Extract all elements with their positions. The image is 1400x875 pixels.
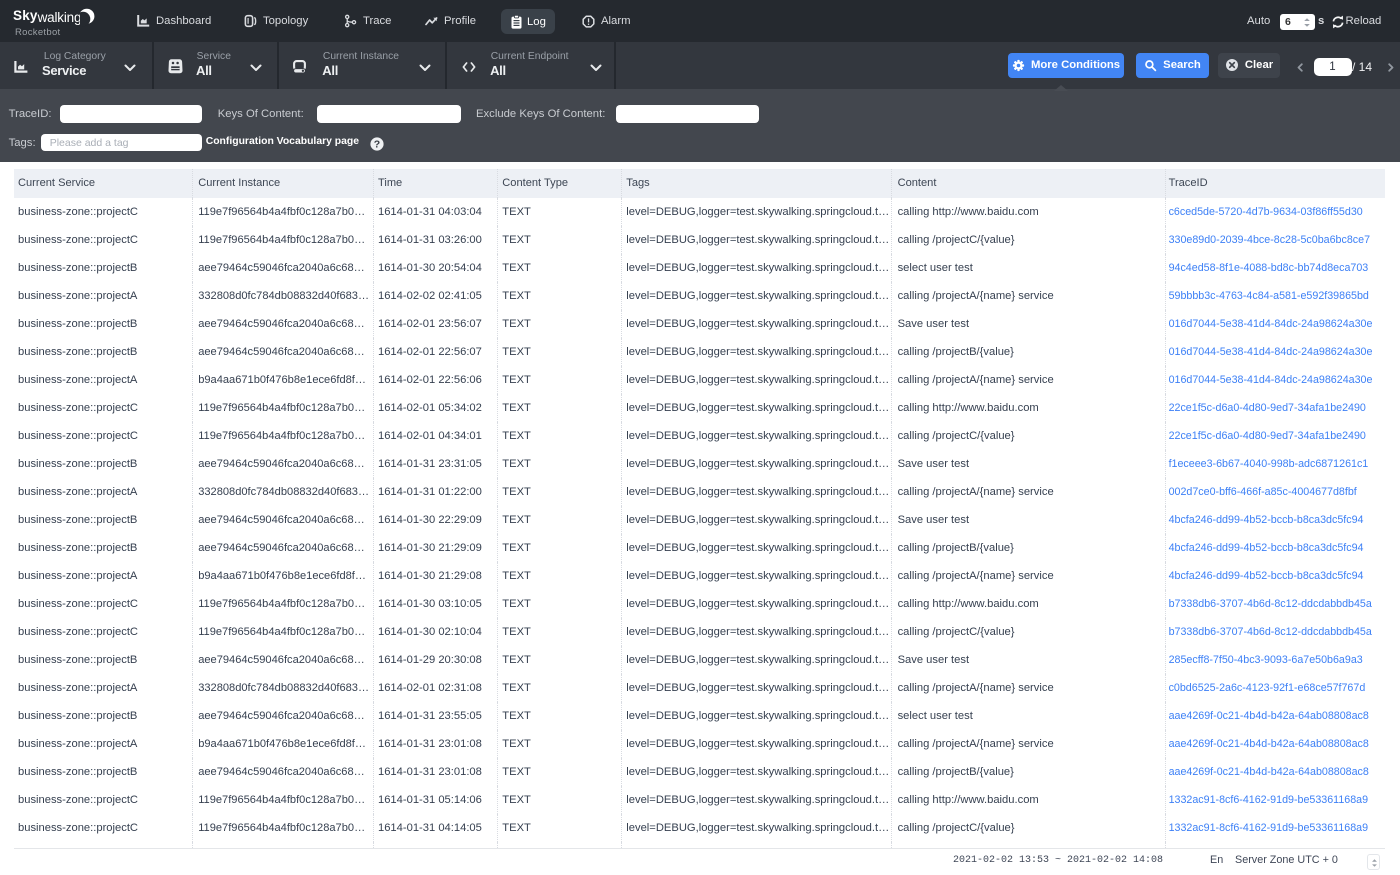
svg-text:?: ? bbox=[374, 139, 380, 151]
